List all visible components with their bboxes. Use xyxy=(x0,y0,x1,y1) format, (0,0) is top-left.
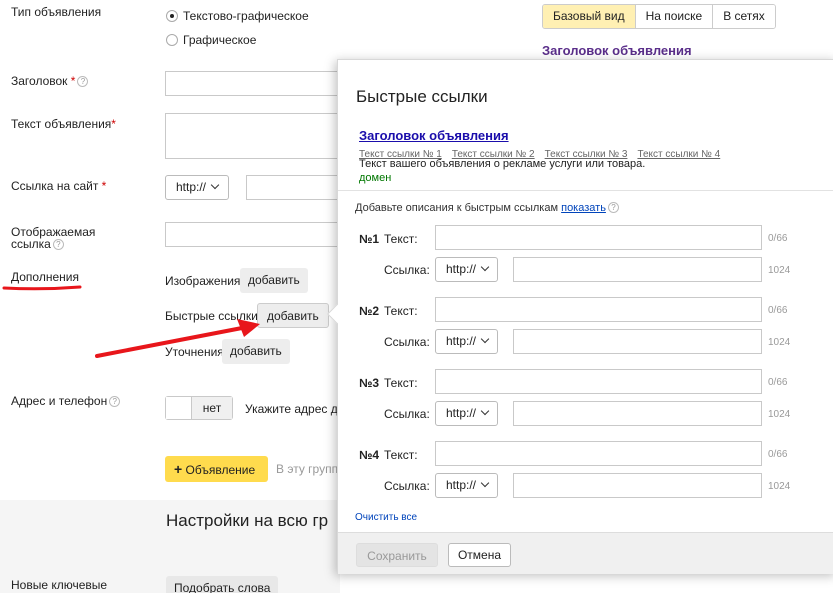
link-url-input-2[interactable] xyxy=(513,329,762,354)
radio-dot[interactable] xyxy=(166,34,178,46)
help-icon[interactable]: ? xyxy=(607,202,619,213)
add-ad-button[interactable]: + Объявление xyxy=(165,456,268,482)
clear-all-link[interactable]: Очистить все xyxy=(355,512,417,523)
modal-footer: Сохранить Отмена xyxy=(338,532,833,574)
tab-search[interactable]: На поиске xyxy=(635,5,714,28)
protocol-select-2[interactable]: http:// xyxy=(435,329,498,354)
link-limit: 1024 xyxy=(768,265,791,276)
settings-heading: Настройки на всю гр xyxy=(166,511,329,530)
text-label: Текст: xyxy=(384,232,418,246)
help-icon[interactable]: ? xyxy=(77,76,89,87)
chevron-down-icon xyxy=(480,478,490,488)
add-clarifications-button[interactable]: добавить xyxy=(222,339,290,364)
preview-title: Заголовок объявления xyxy=(542,43,692,58)
row-number: №2 xyxy=(359,304,380,318)
row-number: №4 xyxy=(359,448,380,462)
site-link-input[interactable] xyxy=(246,175,346,200)
title-label: Заголовок *? xyxy=(11,74,89,88)
radio-graphic[interactable]: Графическое xyxy=(166,33,286,47)
link-limit: 1024 xyxy=(768,337,791,348)
protocol-select[interactable]: http:// xyxy=(165,175,229,200)
link-label: Ссылка: xyxy=(384,407,430,421)
help-icon[interactable]: ? xyxy=(109,396,121,407)
cancel-button[interactable]: Отмена xyxy=(448,543,511,567)
text-label: Текст объявления* xyxy=(11,117,116,131)
radio-dot[interactable] xyxy=(166,10,178,22)
chevron-down-icon xyxy=(480,334,490,344)
link-text-input-1[interactable] xyxy=(435,225,762,250)
tab-networks[interactable]: В сетях xyxy=(713,5,775,28)
preview-ad-title: Заголовок объявления xyxy=(359,128,509,143)
quick-links-modal: Быстрые ссылки Заголовок объявления Текс… xyxy=(327,59,833,574)
link-text-input-4[interactable] xyxy=(435,441,762,466)
title-input[interactable] xyxy=(165,71,345,96)
toggle-state: нет xyxy=(192,397,232,419)
protocol-select-1[interactable]: http:// xyxy=(435,257,498,282)
link-url-input-4[interactable] xyxy=(513,473,762,498)
extras-label: Дополнения xyxy=(11,270,79,284)
display-link-input[interactable] xyxy=(165,222,345,247)
help-icon[interactable]: ? xyxy=(52,239,64,250)
clarifications-label: Уточнения xyxy=(165,345,224,359)
text-label: Текст: xyxy=(384,448,418,462)
row-number: №3 xyxy=(359,376,380,390)
ad-type-label: Тип объявления xyxy=(11,5,102,19)
protocol-select-4[interactable]: http:// xyxy=(435,473,498,498)
address-hint: Укажите адрес д xyxy=(245,402,338,416)
text-limit: 0/66 xyxy=(768,449,788,460)
group-hint: В эту групп xyxy=(276,462,339,476)
save-button[interactable]: Сохранить xyxy=(356,543,438,567)
link-label: Ссылка: xyxy=(384,479,430,493)
chevron-down-icon xyxy=(210,180,220,190)
radio-text-graphic[interactable]: Текстово-графическое xyxy=(166,9,346,23)
text-label: Текст: xyxy=(384,304,418,318)
link-limit: 1024 xyxy=(768,481,791,492)
preview-sublink: Текст ссылки № 4 xyxy=(637,149,721,160)
ad-text-input[interactable] xyxy=(165,113,345,159)
chevron-down-icon xyxy=(480,262,490,272)
plus-icon: + xyxy=(174,461,183,477)
add-quick-links-button[interactable]: добавить xyxy=(257,303,329,328)
chevron-down-icon xyxy=(480,406,490,416)
text-label: Текст: xyxy=(384,376,418,390)
text-limit: 0/66 xyxy=(768,233,788,244)
modal-pointer xyxy=(327,304,347,324)
address-label: Адрес и телефон? xyxy=(11,394,121,408)
radio-text-graphic-label: Текстово-графическое xyxy=(183,9,309,23)
preview-domain: домен xyxy=(359,172,392,184)
tab-basic-view[interactable]: Базовый вид xyxy=(543,5,636,28)
show-descriptions-link[interactable]: показать xyxy=(561,202,606,214)
display-link-label: Отображаемая ссылка? xyxy=(11,225,96,251)
divider xyxy=(338,190,833,191)
preview-text: Текст вашего объявления о рекламе услуги… xyxy=(359,158,646,170)
add-images-button[interactable]: добавить xyxy=(240,268,308,293)
link-text-input-3[interactable] xyxy=(435,369,762,394)
images-label: Изображения xyxy=(165,274,241,288)
radio-graphic-label: Графическое xyxy=(183,33,257,47)
modal-title: Быстрые ссылки xyxy=(356,87,488,106)
address-toggle[interactable]: нет xyxy=(165,396,233,420)
preview-tabs: Базовый вид На поиске В сетях xyxy=(542,4,776,29)
link-url-input-1[interactable] xyxy=(513,257,762,282)
red-underline-annotation xyxy=(2,285,82,291)
link-label: Ссылка: xyxy=(384,335,430,349)
pick-words-button[interactable]: Подобрать слова xyxy=(166,576,278,593)
link-text-input-2[interactable] xyxy=(435,297,762,322)
site-link-label: Ссылка на сайт * xyxy=(11,179,107,193)
new-keywords-label: Новые ключевые xyxy=(11,578,108,592)
protocol-select-3[interactable]: http:// xyxy=(435,401,498,426)
row-number: №1 xyxy=(359,232,380,246)
link-label: Ссылка: xyxy=(384,263,430,277)
text-limit: 0/66 xyxy=(768,377,788,388)
link-limit: 1024 xyxy=(768,409,791,420)
link-url-input-3[interactable] xyxy=(513,401,762,426)
toggle-knob xyxy=(166,397,192,419)
descriptions-prompt: Добавьте описания к быстрым ссылкам пока… xyxy=(355,202,619,214)
text-limit: 0/66 xyxy=(768,305,788,316)
